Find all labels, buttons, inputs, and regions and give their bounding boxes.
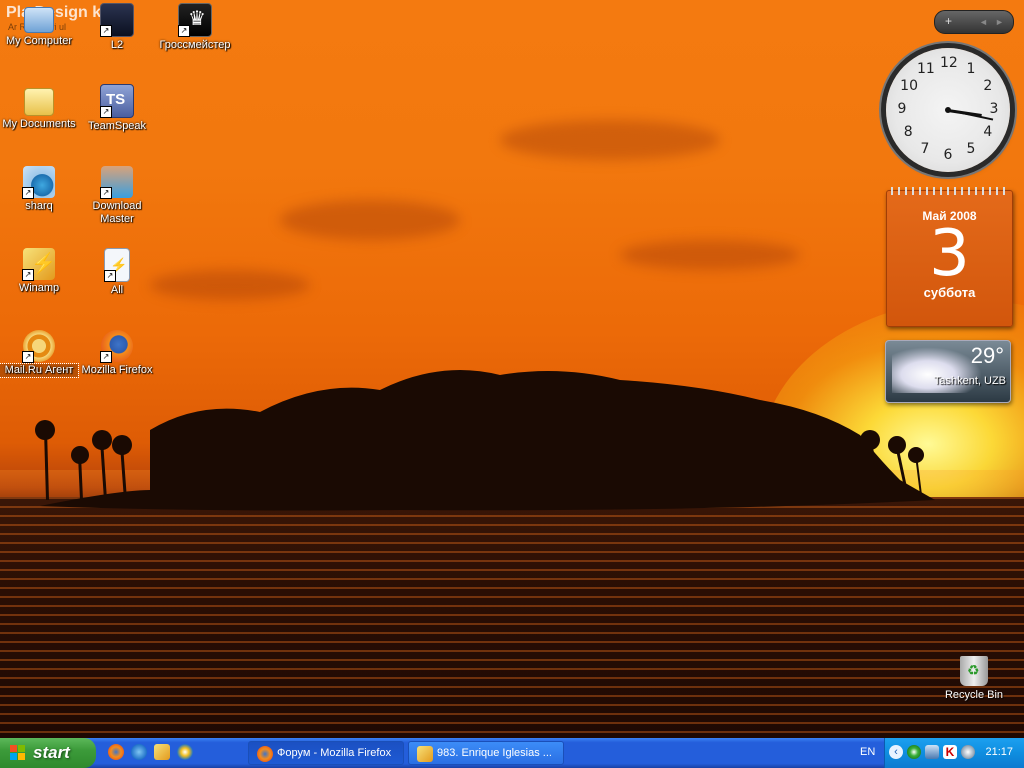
desktop-icon-winamp[interactable]: ⚡ ↗ Winamp [0, 248, 78, 295]
shortcut-arrow-icon: ↗ [100, 187, 112, 199]
desktop-icon-label: Recycle Bin [944, 689, 1004, 701]
quicklaunch-winamp-icon[interactable] [154, 744, 170, 760]
calendar-rings [891, 187, 1008, 195]
show-hidden-icon[interactable]: ‹ [889, 745, 903, 759]
desktop-icon-label: Mail.Ru Агент [0, 363, 79, 378]
weather-gadget[interactable]: 29° Tashkent, UZB [885, 340, 1011, 403]
desktop-icon-my-computer[interactable]: My Computer [0, 3, 78, 48]
start-button[interactable]: start [0, 738, 96, 768]
clock-number: 7 [920, 140, 930, 157]
my-documents-icon [24, 88, 54, 116]
desktop-icon-mailru-agent[interactable]: ↗ Mail.Ru Агент [0, 330, 79, 378]
winamp-icon: ⚡ ↗ [22, 248, 56, 281]
desktop-icon-label: Winamp [18, 282, 60, 294]
desktop-icon-all[interactable]: ⚡ ↗ All [78, 248, 156, 297]
network-icon[interactable] [925, 745, 939, 759]
chess-icon: ♛ ↗ [178, 3, 212, 37]
weather-city: Tashkent, UZB [933, 375, 1006, 387]
weather-temperature: 29° [970, 343, 1004, 368]
calendar-weekday: суббота [923, 285, 976, 300]
winamp-icon [417, 746, 433, 762]
sea-water [0, 497, 1024, 738]
desktop[interactable]: Pla Design k Ar Rob Davi ul My Computer … [0, 0, 1024, 738]
kaspersky-icon[interactable]: K [943, 745, 957, 759]
desktop-icon-label: My Documents [2, 118, 76, 130]
quicklaunch-media-player-icon[interactable] [177, 744, 193, 760]
clock-number: 2 [983, 78, 993, 94]
previous-page-button[interactable]: ◄ [979, 17, 988, 27]
windows-logo-icon [10, 745, 26, 761]
shortcut-arrow-icon: ↗ [178, 25, 190, 37]
download-master-icon: ↗ [100, 166, 133, 199]
shortcut-arrow-icon: ↗ [104, 270, 116, 282]
shortcut-arrow-icon: ↗ [22, 269, 34, 281]
language-indicator[interactable]: EN [860, 746, 875, 758]
clock-number: 3 [989, 101, 999, 117]
start-label: start [33, 743, 70, 762]
clock-number: 8 [903, 124, 913, 140]
sidebar-gadget-controls: + ◄ ► [934, 10, 1014, 34]
desktop-icon-l2[interactable]: ↗ L2 [78, 3, 156, 52]
clock-number: 1 [966, 61, 976, 78]
firefox-icon [257, 746, 273, 762]
system-tray: ‹ K 21:17 [884, 738, 1024, 768]
desktop-icon-label: Гроссмейстер [159, 39, 231, 51]
shortcut-arrow-icon: ↗ [100, 25, 112, 37]
desktop-icon-recycle-bin[interactable]: ♻ Recycle Bin [944, 656, 1004, 701]
desktop-icon-grossmeister[interactable]: ♛ ↗ Гроссмейстер [156, 3, 234, 52]
next-page-button[interactable]: ► [995, 17, 1004, 27]
my-computer-icon [24, 7, 54, 33]
clock-number: 10 [900, 78, 918, 94]
shortcut-arrow-icon: ↗ [100, 106, 112, 118]
shortcut-arrow-icon: ↗ [100, 351, 112, 363]
taskbar-button-winamp[interactable]: 983. Enrique Iglesias ... [408, 741, 564, 765]
desktop-icon-label: TeamSpeak [87, 120, 147, 132]
desktop-icon-label: All [110, 284, 124, 296]
taskbar-button-label: 983. Enrique Iglesias ... [437, 747, 552, 759]
taskbar-button-label: Форум - Mozilla Firefox [277, 747, 392, 759]
mailru-icon[interactable] [907, 745, 921, 759]
firefox-icon: ↗ [100, 330, 133, 363]
desktop-icon-my-documents[interactable]: My Documents [0, 84, 78, 131]
desktop-icon-label: sharq [25, 200, 53, 212]
calendar-gadget[interactable]: Май 2008 3 суббота [886, 187, 1013, 327]
clock-time[interactable]: 21:17 [985, 746, 1013, 758]
clock-number: 11 [917, 61, 935, 78]
text-file-icon: ⚡ ↗ [104, 248, 130, 282]
desktop-icon-label: L2 [110, 39, 124, 51]
shortcut-arrow-icon: ↗ [22, 187, 34, 199]
desktop-icon-sharq[interactable]: ↗ sharq [0, 166, 78, 213]
taskbar: start Форум - Mozilla Firefox 983. Enriq… [0, 738, 1024, 768]
desktop-icon-label: My Computer [5, 35, 73, 47]
desktop-icon-label: Mozilla Firefox [81, 364, 153, 376]
clock-number: 12 [940, 55, 958, 71]
clock-center-pin [945, 107, 951, 113]
taskbar-button-firefox[interactable]: Форум - Mozilla Firefox [248, 741, 404, 765]
network-globe-icon: ↗ [22, 166, 55, 199]
desktop-icon-teamspeak[interactable]: TS ↗ TeamSpeak [78, 84, 156, 133]
clock-number: 9 [897, 101, 907, 117]
clock-number: 5 [966, 140, 976, 157]
quicklaunch-firefox-icon[interactable] [108, 744, 124, 760]
lineage2-icon: ↗ [100, 3, 134, 37]
mailru-agent-icon: ↗ [22, 330, 55, 363]
desktop-icon-mozilla-firefox[interactable]: ↗ Mozilla Firefox [78, 330, 156, 377]
recycle-bin-icon: ♻ [960, 656, 988, 686]
calendar-day: 3 [929, 217, 970, 291]
clock-number: 6 [943, 147, 953, 163]
shortcut-arrow-icon: ↗ [22, 351, 34, 363]
desktop-icon-download-master[interactable]: ↗ Download Master [78, 166, 156, 226]
quicklaunch-ie-icon[interactable] [131, 744, 147, 760]
speaker-icon[interactable] [961, 745, 975, 759]
clock-number: 4 [983, 124, 993, 140]
clock-gadget[interactable]: 12 1 2 3 4 5 6 7 8 9 10 11 [886, 48, 1010, 172]
add-gadget-button[interactable]: + [945, 14, 952, 28]
teamspeak-icon: TS ↗ [100, 84, 134, 118]
desktop-icon-label: Download Master [92, 200, 142, 225]
